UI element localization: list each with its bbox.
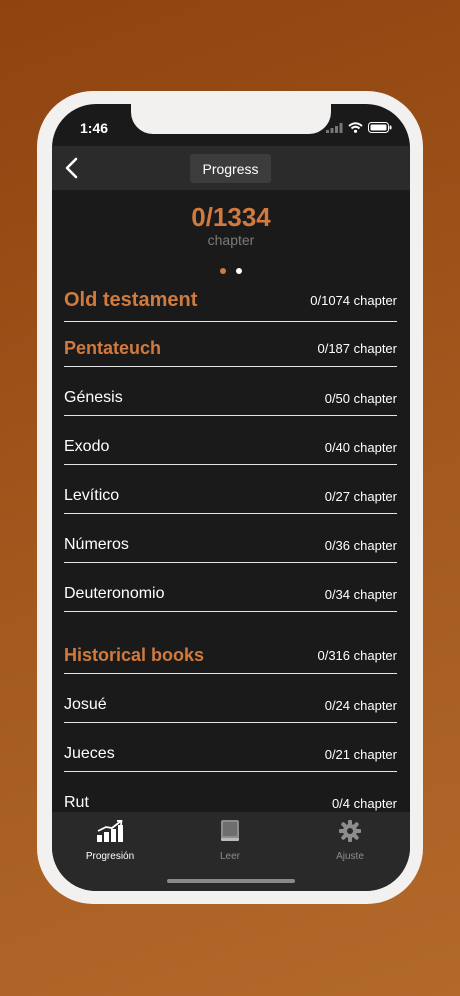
section-header[interactable]: Historical books 0/316 chapter: [64, 612, 397, 674]
nav-bar: Progress: [52, 146, 410, 190]
book-progress: 0/4 chapter: [331, 795, 397, 811]
tab-label: Leer: [219, 851, 240, 862]
tab-ajuste[interactable]: Ajuste: [300, 819, 400, 862]
page-dot-2[interactable]: [236, 268, 242, 274]
book-row[interactable]: Jueces 0/21 chapter: [64, 723, 397, 772]
section-name: Historical books: [64, 645, 205, 665]
testament-header[interactable]: Old testament 0/1074 chapter: [64, 280, 397, 322]
book-row[interactable]: Génesis 0/50 chapter: [64, 367, 397, 416]
section-name: Pentateuch: [64, 337, 162, 358]
book-progress: 0/50 chapter: [324, 390, 397, 406]
battery-icon: [368, 122, 392, 133]
book-progress: 0/40 chapter: [324, 439, 397, 455]
page-indicator[interactable]: [220, 268, 242, 274]
testament-name: Old testament: [64, 289, 198, 311]
section-progress: 0/316 chapter: [317, 648, 397, 663]
book-name: Exodo: [64, 438, 110, 455]
book-name: Levítico: [64, 487, 120, 504]
book-row[interactable]: Deuteronomio 0/34 chapter: [64, 563, 397, 612]
progress-summary: 0/1334 chapter: [52, 202, 410, 248]
app-screen: 1:46 Progress 0/1334 chapter Old testame…: [52, 104, 410, 891]
book-row[interactable]: Números 0/36 chapter: [64, 514, 397, 563]
testament-progress: 0/1074 chapter: [310, 293, 397, 308]
book-name: Rut: [64, 794, 89, 811]
book-icon: [221, 820, 239, 841]
section-header[interactable]: Pentateuch 0/187 chapter: [64, 322, 397, 367]
total-progress-unit: chapter: [207, 232, 255, 248]
book-progress: 0/36 chapter: [324, 537, 397, 553]
progress-list: Old testament 0/1074 chapter Pentateuch …: [64, 280, 397, 821]
book-row[interactable]: Josué 0/24 chapter: [64, 674, 397, 723]
book-progress: 0/21 chapter: [324, 746, 397, 762]
status-icons: [326, 122, 392, 133]
status-time: 1:46: [80, 120, 109, 136]
book-name: Jueces: [64, 745, 115, 762]
total-progress-count: 0/1334: [191, 202, 271, 232]
back-chevron-icon[interactable]: [62, 156, 84, 180]
tab-label: Progresión: [85, 851, 135, 862]
book-progress: 0/34 chapter: [324, 586, 397, 602]
home-indicator[interactable]: [167, 879, 295, 883]
book-row[interactable]: Exodo 0/40 chapter: [64, 416, 397, 465]
book-name: Génesis: [64, 389, 123, 406]
wifi-icon: [348, 122, 363, 133]
tab-progresion[interactable]: Progresión: [60, 819, 160, 862]
book-name: Números: [64, 536, 129, 553]
notch: [131, 104, 331, 134]
signal-icon: [326, 122, 343, 133]
page-title: Progress: [190, 154, 271, 183]
tab-label: Ajuste: [336, 851, 364, 862]
tab-leer[interactable]: Leer: [180, 820, 280, 862]
book-name: Deuteronomio: [64, 585, 165, 602]
book-progress: 0/27 chapter: [324, 488, 397, 504]
book-name: Josué: [64, 696, 107, 713]
chart-icon: [97, 819, 123, 842]
page-dot-1[interactable]: [220, 268, 226, 274]
section-progress: 0/187 chapter: [317, 340, 397, 356]
book-progress: 0/24 chapter: [324, 697, 397, 713]
gear-icon: [338, 819, 362, 843]
book-row[interactable]: Levítico 0/27 chapter: [64, 465, 397, 514]
